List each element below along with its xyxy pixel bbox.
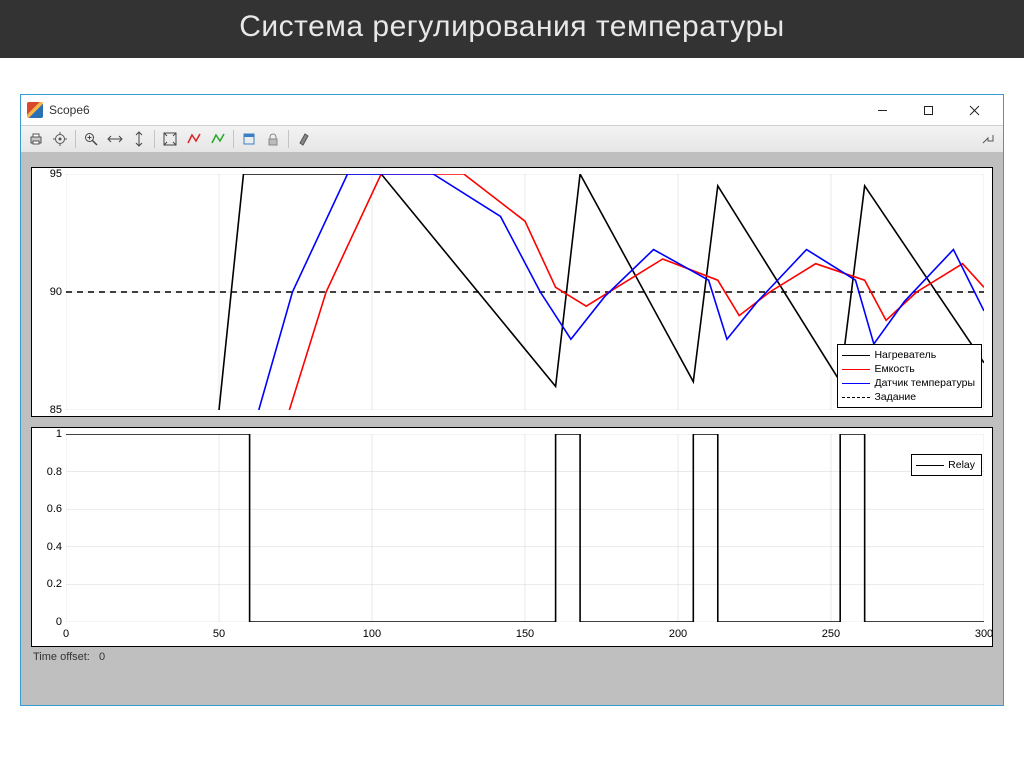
ytick: 0.2 [36,578,62,590]
legend-label: Задание [874,390,916,404]
ytick: 0.6 [36,503,62,515]
toolbar [21,125,1003,153]
ytick: 85 [36,404,62,416]
app-icon [27,102,43,118]
xtick: 200 [669,628,687,640]
signal-red-icon[interactable] [183,128,205,150]
scope-window: Scope6 95 90 85 [20,94,1004,706]
zoom-y-icon[interactable] [128,128,150,150]
axes-bot: 1 0.8 0.6 0.4 0.2 0 0 50 100 150 200 250… [66,434,984,622]
axes-top: 95 90 85 Нагреватель Емкость Датчик темп… [66,174,984,410]
toolbar-separator [154,130,155,148]
legend-label: Емкость [874,362,914,376]
legend-item: Задание [842,390,975,404]
ytick: 1 [36,428,62,440]
float-icon[interactable] [238,128,260,150]
slide-title: Система регулирования температуры [0,0,1024,58]
ytick: 90 [36,286,62,298]
scope-body: 95 90 85 Нагреватель Емкость Датчик темп… [21,153,1003,705]
plot-relay[interactable]: 1 0.8 0.6 0.4 0.2 0 0 50 100 150 200 250… [31,427,993,647]
window-controls [859,96,997,124]
ytick: 0.4 [36,541,62,553]
legend-top: Нагреватель Емкость Датчик температуры З… [837,344,982,408]
zoom-x-icon[interactable] [104,128,126,150]
status-label: Time offset: [33,651,90,663]
xtick: 0 [63,628,69,640]
ytick: 0.8 [36,466,62,478]
autoscale-icon[interactable] [159,128,181,150]
legend-item: Нагреватель [842,348,975,362]
zoom-in-icon[interactable] [80,128,102,150]
ytick: 95 [36,168,62,180]
xtick: 250 [822,628,840,640]
settings-icon[interactable] [49,128,71,150]
maximize-button[interactable] [905,96,951,124]
legend-item: Емкость [842,362,975,376]
toolbar-separator [233,130,234,148]
xtick: 50 [213,628,225,640]
ytick: 0 [36,616,62,628]
legend-item: Датчик температуры [842,376,975,390]
plot-temperature[interactable]: 95 90 85 Нагреватель Емкость Датчик темп… [31,167,993,417]
xtick: 100 [363,628,381,640]
signal-green-icon[interactable] [207,128,229,150]
minimize-button[interactable] [859,96,905,124]
legend-label: Нагреватель [874,348,936,362]
status-bar: Time offset: 0 [31,647,993,663]
highlight-icon[interactable] [293,128,315,150]
close-button[interactable] [951,96,997,124]
print-icon[interactable] [25,128,47,150]
lock-icon[interactable] [262,128,284,150]
legend-item: Relay [916,458,975,472]
xtick: 150 [516,628,534,640]
xtick: 300 [975,628,993,640]
legend-label: Relay [948,458,975,472]
window-title: Scope6 [49,103,859,117]
toolbar-separator [75,130,76,148]
toolbar-separator [288,130,289,148]
titlebar: Scope6 [21,95,1003,125]
status-value: 0 [99,651,105,663]
legend-bot: Relay [911,454,982,476]
dock-arrow-icon[interactable] [977,128,999,150]
legend-label: Датчик температуры [874,376,975,390]
